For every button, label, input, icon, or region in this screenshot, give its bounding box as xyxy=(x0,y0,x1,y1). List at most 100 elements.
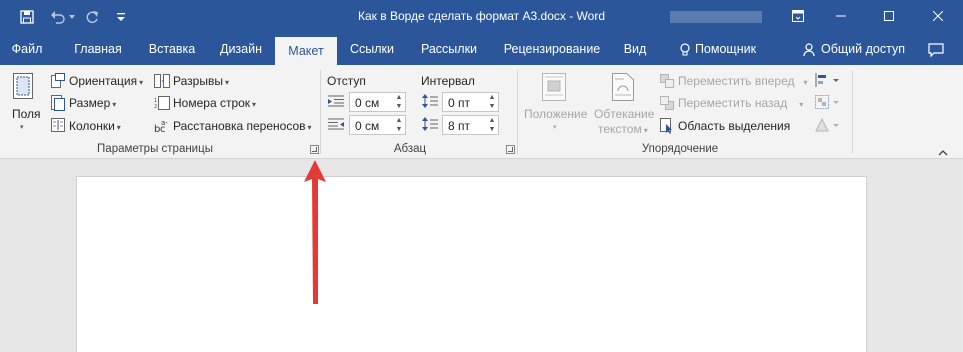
columns-caret-icon: ▾ xyxy=(116,123,121,132)
spin-down-icon[interactable]: ▼ xyxy=(488,103,496,111)
ribbon-layout: Поля ▾ Ориентация ▾ Размер ▾ Колонки ▾ Разр… xyxy=(0,65,963,159)
size-button[interactable]: Размер ▾ xyxy=(69,96,116,110)
size-icon xyxy=(51,95,65,114)
svg-text:2: 2 xyxy=(154,104,157,110)
tell-me[interactable]: Помощник xyxy=(673,34,763,65)
tab-insert[interactable]: Вставка xyxy=(141,34,203,65)
indent-right-spinner[interactable]: 0 см ▲ ▼ xyxy=(349,115,406,135)
line-numbers-icon: 12 xyxy=(154,96,170,113)
wrap-text-label-line2: текстом xyxy=(598,122,642,136)
tab-home[interactable]: Главная xyxy=(63,34,133,65)
columns-button[interactable]: Колонки ▾ xyxy=(69,119,121,133)
margins-icon xyxy=(13,73,33,102)
page-setup-dialog-launcher-icon[interactable] xyxy=(310,145,319,154)
send-backward-icon xyxy=(660,96,674,113)
wrap-text-caret-icon: ▾ xyxy=(643,126,648,135)
share-label: Общий доступ xyxy=(821,42,905,56)
account-name-blurred xyxy=(670,11,762,23)
separator xyxy=(517,70,518,154)
tab-references[interactable]: Ссылки xyxy=(343,34,401,65)
group-objects-icon[interactable] xyxy=(815,95,839,112)
spacing-before-value: 0 пт xyxy=(448,96,471,110)
tab-review[interactable]: Рецензирование xyxy=(500,34,604,65)
separator xyxy=(320,70,321,154)
spin-up-icon[interactable]: ▲ xyxy=(395,94,403,102)
spin-down-icon[interactable]: ▼ xyxy=(395,103,403,111)
indent-left-value: 0 см xyxy=(355,96,380,110)
hyphenation-button[interactable]: Расстановка переносов ▾ xyxy=(173,119,312,133)
bring-forward-caret-icon: ▾ xyxy=(803,78,808,87)
lightbulb-icon xyxy=(680,42,690,57)
spacing-before-icon xyxy=(422,93,438,112)
spin-up-icon[interactable]: ▲ xyxy=(488,94,496,102)
align-icon[interactable] xyxy=(815,73,839,90)
position-button[interactable]: Положение xyxy=(524,107,587,121)
spin-up-icon[interactable]: ▲ xyxy=(488,117,496,125)
orientation-button[interactable]: Ориентация ▾ xyxy=(69,74,143,88)
margins-button[interactable]: Поля xyxy=(12,107,41,121)
title-bar: Как в Ворде сделать формат А3.docx - Wor… xyxy=(0,0,963,34)
send-backward-button[interactable]: Переместить назад ▾ xyxy=(678,96,803,110)
line-numbers-caret-icon: ▾ xyxy=(252,100,257,109)
window-title: Как в Ворде сделать формат А3.docx - Wor… xyxy=(357,9,605,23)
indent-right-icon xyxy=(328,118,344,133)
spin-down-icon[interactable]: ▼ xyxy=(488,126,496,134)
wrap-text-label-line1[interactable]: Обтекание xyxy=(594,107,654,121)
spin-down-icon[interactable]: ▼ xyxy=(395,126,403,134)
collapse-ribbon-icon[interactable] xyxy=(938,145,948,159)
ribbon-display-options-icon[interactable] xyxy=(786,6,810,26)
send-backward-caret-icon: ▾ xyxy=(799,100,804,109)
breaks-button[interactable]: Разрывы ▾ xyxy=(173,74,229,88)
line-numbers-button[interactable]: Номера строк ▾ xyxy=(173,96,256,110)
document-page[interactable] xyxy=(76,176,867,352)
comments-icon[interactable] xyxy=(924,34,948,65)
tab-mailings[interactable]: Рассылки xyxy=(414,34,484,65)
share-button[interactable]: Общий доступ xyxy=(798,34,910,65)
send-backward-label: Переместить назад xyxy=(678,96,788,110)
indent-left-icon xyxy=(328,95,344,110)
line-numbers-label: Номера строк xyxy=(173,96,251,110)
indent-right-value: 0 см xyxy=(355,119,380,133)
indent-label: Отступ xyxy=(327,74,366,88)
margins-caret-icon[interactable]: ▾ xyxy=(20,123,24,131)
spacing-label: Интервал xyxy=(421,74,475,88)
tab-layout[interactable]: Макет xyxy=(275,37,337,65)
arrange-group-label: Упорядочение xyxy=(641,143,719,155)
tab-view[interactable]: Вид xyxy=(617,34,653,65)
wrap-text-button[interactable]: текстом ▾ xyxy=(598,122,648,136)
spacing-after-spinner[interactable]: 8 пт ▲ ▼ xyxy=(442,115,499,135)
tab-design[interactable]: Дизайн xyxy=(212,34,270,65)
breaks-icon xyxy=(154,74,170,91)
position-caret-icon[interactable]: ▾ xyxy=(553,123,557,131)
bring-forward-icon xyxy=(660,74,674,91)
minimize-icon[interactable] xyxy=(829,6,853,26)
annotation-arrow-icon xyxy=(300,158,330,311)
separator xyxy=(852,70,853,154)
bring-forward-label: Переместить вперед xyxy=(678,74,795,88)
spacing-after-icon xyxy=(422,116,438,135)
wrap-text-icon xyxy=(612,73,634,104)
maximize-icon[interactable] xyxy=(877,6,901,26)
person-icon xyxy=(803,42,815,57)
selection-pane-button[interactable]: Область выделения xyxy=(678,119,790,133)
breaks-label: Разрывы xyxy=(173,74,223,88)
size-label: Размер xyxy=(69,96,111,110)
paragraph-group-label: Абзац xyxy=(393,143,427,155)
breaks-caret-icon: ▾ xyxy=(224,78,229,87)
spacing-before-spinner[interactable]: 0 пт ▲ ▼ xyxy=(442,92,499,112)
ribbon-tabs: Файл Главная Вставка Дизайн Макет Ссылки… xyxy=(0,34,963,65)
tell-me-label: Помощник xyxy=(694,42,757,56)
orientation-icon xyxy=(51,73,65,92)
size-caret-icon: ▾ xyxy=(112,100,117,109)
columns-label: Колонки xyxy=(69,119,115,133)
spin-up-icon[interactable]: ▲ xyxy=(395,117,403,125)
orientation-caret-icon: ▾ xyxy=(139,78,144,87)
bring-forward-button[interactable]: Переместить вперед ▾ xyxy=(678,74,808,88)
hyphenation-icon: b c a- xyxy=(154,118,170,137)
rotate-icon[interactable] xyxy=(815,117,839,135)
close-icon[interactable] xyxy=(926,6,950,26)
paragraph-dialog-launcher-icon[interactable] xyxy=(506,145,515,154)
indent-left-spinner[interactable]: 0 см ▲ ▼ xyxy=(349,92,406,112)
columns-icon xyxy=(51,118,65,135)
tab-file[interactable]: Файл xyxy=(4,34,50,65)
